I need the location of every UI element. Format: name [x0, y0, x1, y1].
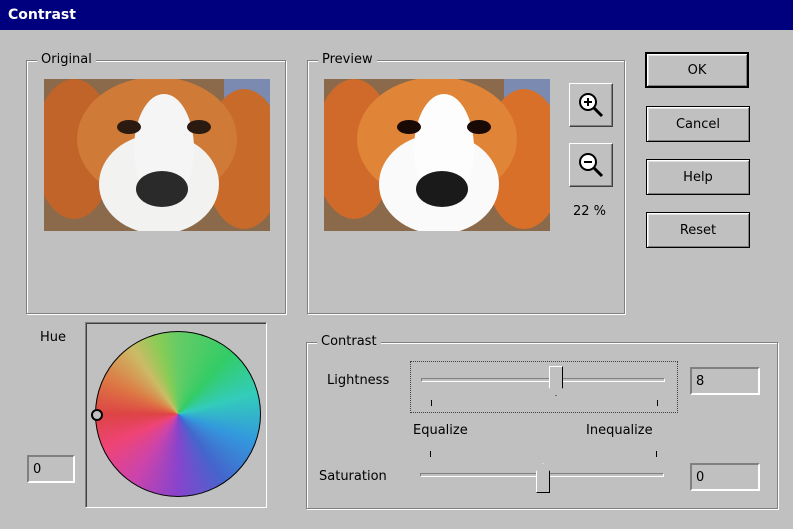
- preview-label: Preview: [318, 51, 377, 69]
- lightness-value-field[interactable]: [690, 367, 760, 395]
- cancel-button[interactable]: Cancel: [646, 106, 750, 142]
- reset-button[interactable]: Reset: [646, 212, 750, 248]
- contrast-group: Contrast Lightness Equalize Inequalize S…: [306, 333, 778, 509]
- zoom-out-button[interactable]: [569, 143, 613, 187]
- inequalize-label: Inequalize: [586, 423, 653, 438]
- original-group: Original: [26, 51, 286, 314]
- lightness-label: Lightness: [327, 373, 390, 388]
- hue-label: Hue: [40, 330, 67, 345]
- zoom-in-button[interactable]: [569, 83, 613, 127]
- preview-image: [324, 79, 550, 231]
- lightness-tick-right: [657, 400, 658, 406]
- zoom-in-icon: [579, 93, 604, 118]
- lightness-slider-thumb[interactable]: [549, 366, 563, 396]
- saturation-tick-left: [430, 451, 431, 457]
- original-label: Original: [37, 51, 96, 69]
- window-title: Contrast: [0, 0, 793, 30]
- saturation-slider-thumb[interactable]: [536, 463, 550, 493]
- zoom-out-icon: [579, 153, 604, 178]
- saturation-label: Saturation: [319, 469, 387, 484]
- preview-group: Preview 22 %: [307, 51, 625, 314]
- lightness-tick-left: [431, 400, 432, 406]
- saturation-tick-right: [656, 451, 657, 457]
- ok-button[interactable]: OK: [645, 52, 749, 88]
- lightness-slider-track: [421, 378, 665, 382]
- hue-wheel-panel: [85, 322, 267, 508]
- hue-color-wheel[interactable]: [95, 331, 261, 497]
- saturation-value-field[interactable]: [690, 463, 760, 491]
- hue-selector-handle[interactable]: [91, 409, 103, 421]
- contrast-label: Contrast: [317, 333, 381, 351]
- equalize-label: Equalize: [413, 423, 468, 438]
- help-button[interactable]: Help: [646, 159, 750, 195]
- lightness-slider[interactable]: [410, 361, 678, 413]
- zoom-level-text: 22 %: [573, 204, 607, 219]
- saturation-slider[interactable]: [410, 447, 678, 497]
- original-image: [44, 79, 270, 231]
- hue-value-field[interactable]: [27, 455, 75, 483]
